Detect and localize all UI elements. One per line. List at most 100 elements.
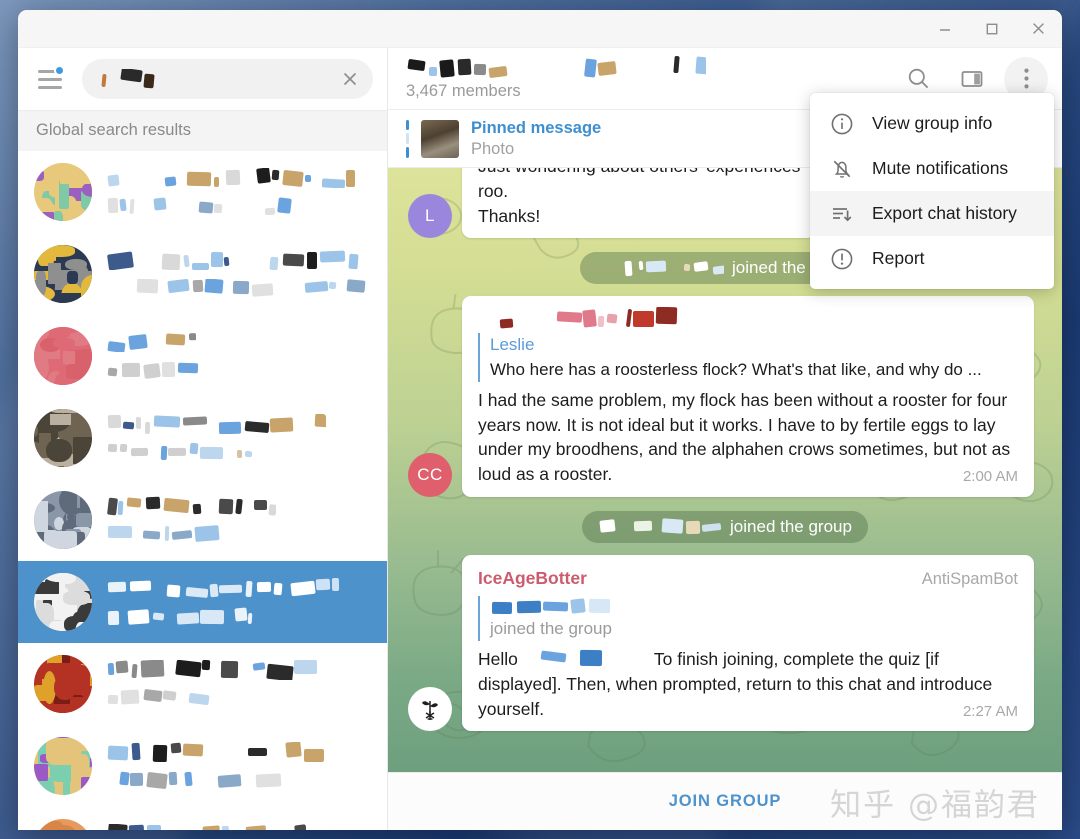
service-message: joined the group bbox=[582, 510, 868, 543]
avatar[interactable]: CC bbox=[408, 452, 452, 497]
title-bar bbox=[18, 10, 1062, 48]
avatar bbox=[34, 572, 92, 631]
hamburger-menu-icon[interactable] bbox=[30, 59, 70, 99]
avatar bbox=[34, 162, 92, 221]
service-member-name-redacted bbox=[598, 518, 722, 536]
message-body-text: I had the same problem, my flock has bee… bbox=[478, 389, 1011, 485]
pinned-thumbnail bbox=[421, 119, 459, 158]
avatar[interactable]: L bbox=[408, 193, 452, 238]
message-body-prefix: Hello bbox=[478, 649, 518, 670]
chat-options-context-menu[interactable]: View group info Mute notifications Export … bbox=[810, 93, 1054, 289]
service-message-text: joined the group bbox=[730, 516, 852, 536]
message-sender-name[interactable]: IceAgeBotter bbox=[478, 566, 587, 591]
avatar bbox=[34, 326, 92, 385]
avatar bbox=[34, 244, 92, 303]
pinned-track bbox=[406, 119, 409, 158]
watermark: 知乎 @福韵君 bbox=[830, 787, 1040, 823]
reply-quote[interactable]: joined the group bbox=[478, 596, 1018, 642]
list-item-subtitle-redacted bbox=[106, 689, 266, 707]
mute-bell-icon bbox=[830, 157, 854, 181]
info-circle-icon bbox=[830, 112, 854, 136]
maximize-button[interactable] bbox=[968, 10, 1015, 47]
avatar bbox=[34, 408, 92, 467]
message-row: CC Leslie Who here has a roosterless flock… bbox=[408, 295, 1042, 497]
chat-pane: 3,467 members Pinned message Photo L roo… bbox=[388, 48, 1062, 830]
sidebar: Global search results bbox=[18, 48, 388, 830]
list-item-title-redacted bbox=[106, 332, 196, 353]
unread-badge-dot bbox=[54, 65, 65, 76]
list-item-subtitle-redacted bbox=[106, 771, 296, 790]
reply-quote[interactable]: Leslie Who here has a roosterless flock? … bbox=[478, 332, 1018, 382]
list-item-title-redacted bbox=[106, 496, 276, 516]
list-item-title-redacted bbox=[106, 660, 336, 681]
menu-item-label: View group info bbox=[872, 113, 993, 133]
list-item-title-redacted bbox=[106, 824, 306, 830]
message-bubble[interactable]: Leslie Who here has a roosterless flock? … bbox=[462, 295, 1034, 497]
reply-name-redacted bbox=[490, 596, 610, 614]
pinned-title: Pinned message bbox=[471, 118, 602, 137]
list-item[interactable] bbox=[18, 397, 387, 479]
list-item[interactable] bbox=[18, 479, 387, 561]
menu-item-label: Mute notifications bbox=[872, 158, 1009, 178]
reply-subtitle: joined the group bbox=[490, 619, 612, 639]
list-item-subtitle-redacted bbox=[106, 525, 226, 543]
inline-emoji-redacted bbox=[520, 649, 652, 670]
join-group-button[interactable]: JOIN GROUP bbox=[669, 792, 782, 811]
service-member-name-redacted bbox=[596, 259, 725, 277]
avatar bbox=[34, 818, 92, 830]
close-button[interactable] bbox=[1015, 10, 1062, 47]
avatar bbox=[34, 654, 92, 713]
avatar bbox=[34, 736, 92, 795]
list-item[interactable] bbox=[18, 643, 387, 725]
sidebar-search-bar bbox=[18, 48, 387, 110]
close-icon[interactable] bbox=[335, 64, 365, 94]
search-query-redacted bbox=[100, 69, 220, 89]
list-item-subtitle-redacted bbox=[106, 361, 216, 380]
chat-title-redacted bbox=[406, 56, 706, 78]
search-input[interactable] bbox=[82, 59, 373, 99]
message-text-line: Just wondering about others' experiences bbox=[478, 168, 800, 179]
message-body: I had the same problem, my flock has bee… bbox=[478, 388, 1018, 487]
list-item-title-redacted bbox=[106, 250, 376, 271]
message-row: IceAgeBotter AntiSpamBot joined the group H… bbox=[408, 554, 1042, 732]
menu-item-label: Export chat history bbox=[872, 203, 1017, 223]
chat-result-list[interactable] bbox=[18, 150, 387, 830]
message-timestamp: 2:27 AM bbox=[962, 702, 1018, 720]
menu-item-mute-notifications[interactable]: Mute notifications bbox=[810, 146, 1054, 191]
list-item[interactable] bbox=[18, 151, 387, 233]
list-item-subtitle-redacted bbox=[106, 443, 256, 461]
list-item-subtitle-redacted bbox=[106, 607, 256, 625]
list-item-title-redacted bbox=[106, 168, 356, 189]
global-search-results-header: Global search results bbox=[18, 110, 387, 151]
bot-badge: AntiSpamBot bbox=[921, 569, 1018, 588]
list-item[interactable] bbox=[18, 233, 387, 315]
list-item[interactable] bbox=[18, 807, 387, 830]
list-item-subtitle-redacted bbox=[106, 279, 366, 297]
message-bubble[interactable]: Just wondering about others' experiences… bbox=[462, 168, 817, 238]
reply-author-name: Leslie bbox=[490, 334, 535, 354]
list-item-title-redacted bbox=[106, 578, 346, 599]
menu-item-view-group-info[interactable]: View group info bbox=[810, 101, 1054, 146]
list-item-title-redacted bbox=[106, 414, 326, 435]
list-item[interactable] bbox=[18, 725, 387, 807]
reply-preview-text: Who here has a roosterless flock? What's… bbox=[490, 359, 982, 379]
list-item-subtitle-redacted bbox=[106, 197, 306, 215]
menu-item-report[interactable]: Report bbox=[810, 236, 1054, 281]
avatar[interactable] bbox=[408, 687, 452, 732]
menu-item-export-chat-history[interactable]: Export chat history bbox=[810, 191, 1054, 236]
message-text-line: Thanks! bbox=[478, 205, 541, 226]
telegram-window: Global search results 3,467 members Pinn… bbox=[18, 10, 1062, 830]
message-bubble[interactable]: IceAgeBotter AntiSpamBot joined the group H… bbox=[462, 554, 1034, 732]
message-body: Hello To finish joining, complete the qui… bbox=[478, 647, 1018, 722]
pinned-subtitle: Photo bbox=[471, 139, 515, 158]
report-warning-icon bbox=[830, 247, 854, 271]
list-item[interactable] bbox=[18, 315, 387, 397]
menu-item-label: Report bbox=[872, 248, 925, 268]
minimize-button[interactable] bbox=[921, 10, 968, 47]
list-item[interactable] bbox=[18, 560, 387, 643]
join-group-bar: JOIN GROUP 知乎 @福韵君 bbox=[388, 772, 1062, 830]
list-item-title-redacted bbox=[106, 742, 336, 763]
emoji-strip-redacted bbox=[478, 307, 678, 329]
message-timestamp: 2:00 AM bbox=[962, 468, 1018, 486]
export-download-icon bbox=[830, 202, 854, 226]
